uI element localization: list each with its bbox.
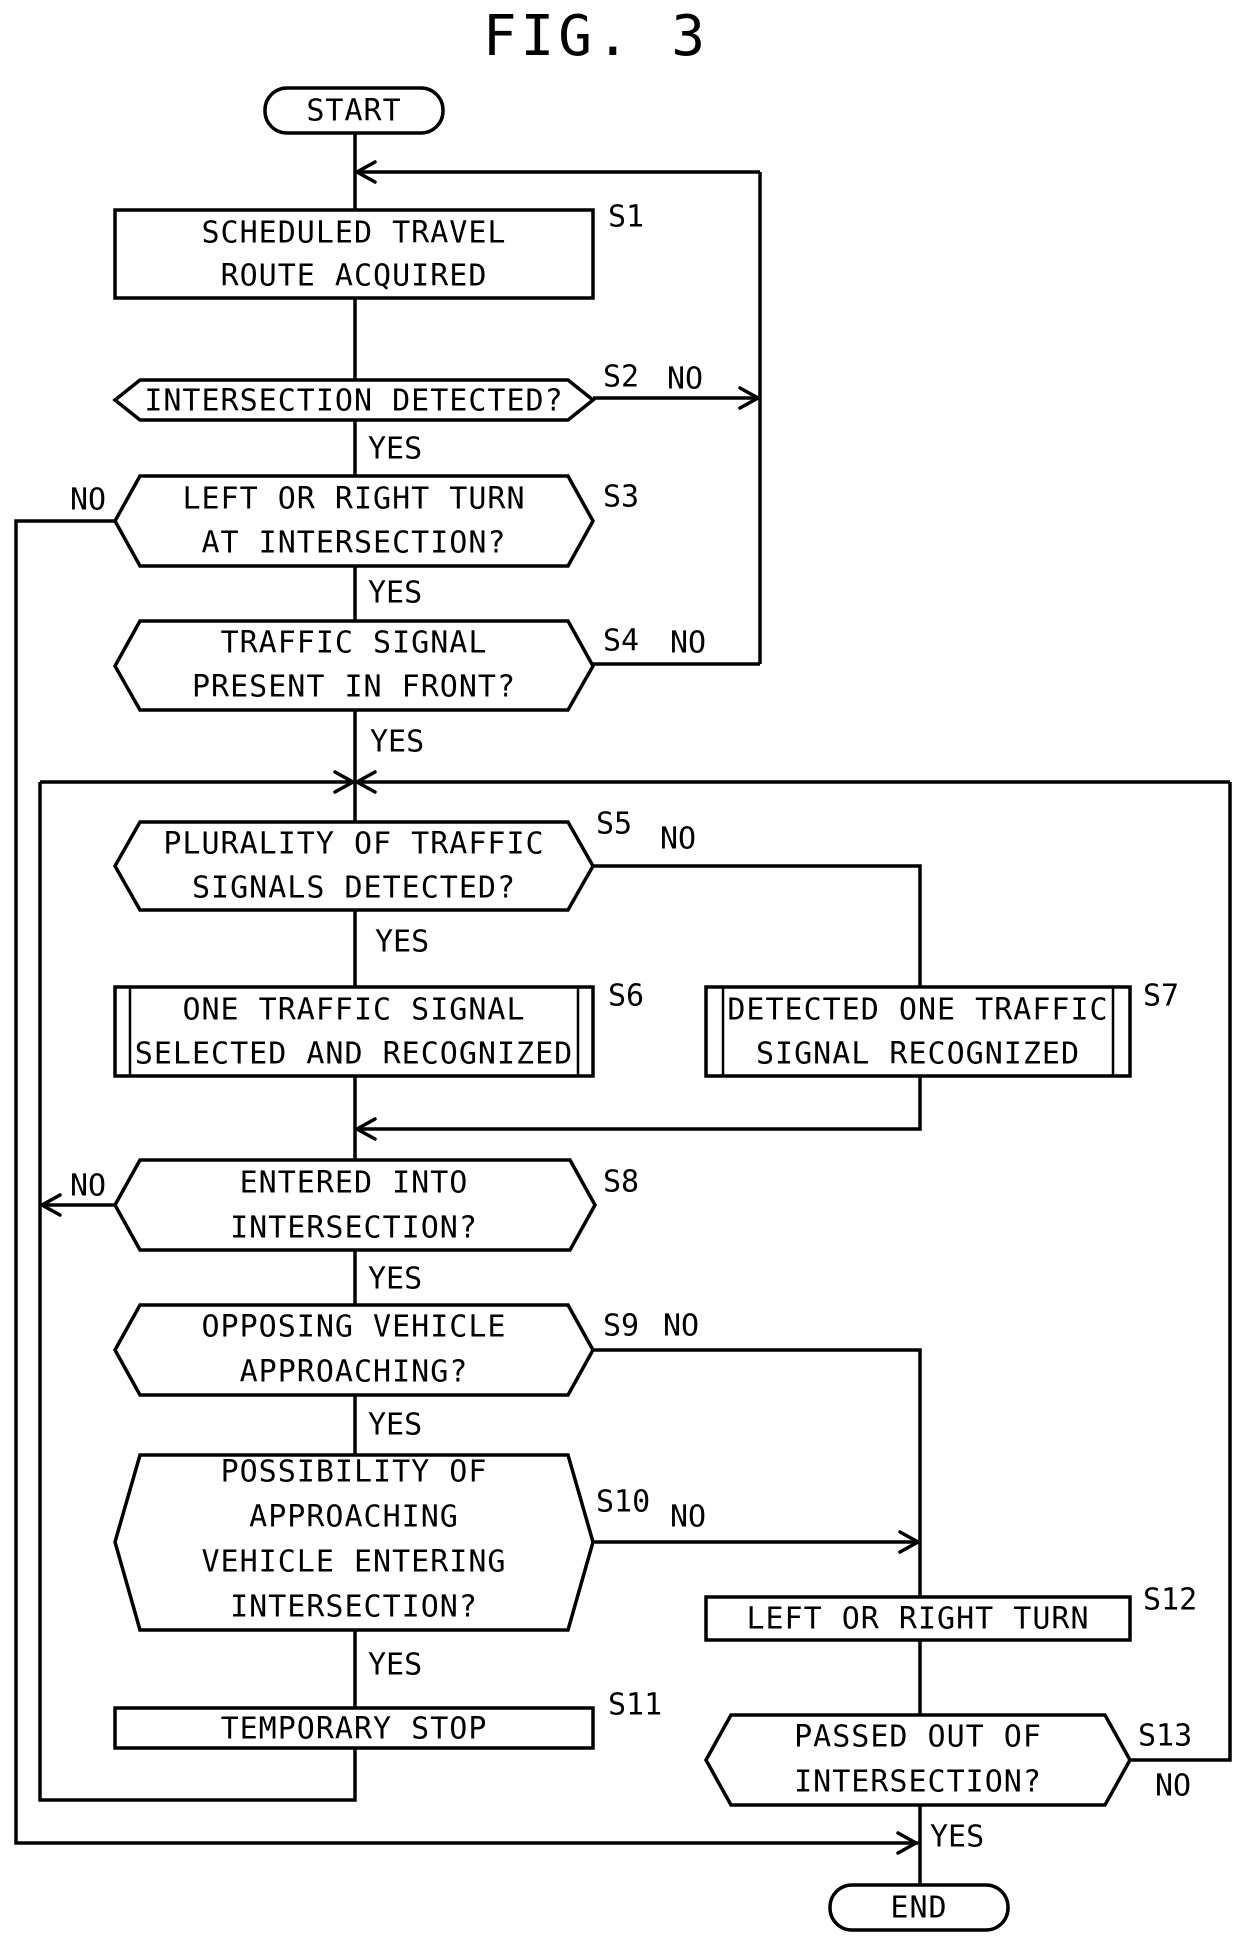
s7-step-id: S7 (1143, 979, 1179, 1014)
step-s6: ONE TRAFFIC SIGNAL SELECTED AND RECOGNIZ… (113, 979, 644, 1078)
s2-no-label: NO (667, 362, 703, 397)
s10-line-1: POSSIBILITY OF (221, 1455, 488, 1490)
s4-step-id: S4 (603, 624, 639, 659)
step-s13: PASSED OUT OF INTERSECTION? S13 NO YES (703, 1713, 1192, 1855)
connector-s9-no (593, 1348, 922, 1597)
s12-step-id: S12 (1143, 1583, 1197, 1618)
start-terminal: START (263, 86, 445, 135)
s5-yes-label: YES (375, 925, 429, 960)
s10-line-4: INTERSECTION? (230, 1590, 478, 1625)
s7-line-2: SIGNAL RECOGNIZED (756, 1037, 1080, 1072)
s10-line-2: APPROACHING (249, 1500, 459, 1535)
end-label: END (890, 1891, 947, 1926)
s6-line-1: ONE TRAFFIC SIGNAL (182, 993, 525, 1028)
s12-line-1: LEFT OR RIGHT TURN (746, 1602, 1089, 1637)
s13-yes-label: YES (930, 1820, 984, 1855)
s9-line-1: OPPOSING VEHICLE (202, 1310, 507, 1345)
s3-line-2: AT INTERSECTION? (202, 526, 507, 561)
s5-line-1: PLURALITY OF TRAFFIC (163, 827, 544, 862)
step-s5: PLURALITY OF TRAFFIC SIGNALS DETECTED? S… (112, 807, 696, 960)
s9-step-id: S9 (603, 1309, 639, 1344)
s8-yes-label: YES (368, 1262, 422, 1297)
step-s2: INTERSECTION DETECTED? S2 NO YES (112, 360, 703, 467)
s4-no-label: NO (670, 626, 706, 661)
flowchart: FIG. 3 START SCHEDULED TRAVEL ROUTE ACQU… (14, 4, 1232, 1932)
s3-yes-label: YES (368, 576, 422, 611)
s5-line-2: SIGNALS DETECTED? (192, 871, 516, 906)
step-s7: DETECTED ONE TRAFFIC SIGNAL RECOGNIZED S… (704, 979, 1179, 1078)
s7-line-1: DETECTED ONE TRAFFIC (727, 993, 1108, 1028)
s9-line-2: APPROACHING? (240, 1355, 469, 1390)
s3-step-id: S3 (603, 480, 639, 515)
s8-step-id: S8 (603, 1165, 639, 1200)
connector-s7-merge (355, 1076, 922, 1131)
s10-yes-label: YES (368, 1648, 422, 1683)
step-s10: POSSIBILITY OF APPROACHING VEHICLE ENTER… (113, 1453, 706, 1683)
s8-line-2: INTERSECTION? (230, 1211, 478, 1246)
s13-step-id: S13 (1138, 1719, 1192, 1754)
s11-step-id: S11 (608, 1688, 662, 1723)
step-s4: TRAFFIC SIGNAL PRESENT IN FRONT? S4 NO Y… (112, 619, 706, 760)
s4-line-1: TRAFFIC SIGNAL (221, 626, 488, 661)
s5-no-label: NO (660, 822, 696, 857)
step-s12: LEFT OR RIGHT TURN S12 (704, 1583, 1197, 1642)
s3-line-1: LEFT OR RIGHT TURN (182, 482, 525, 517)
step-s9: OPPOSING VEHICLE APPROACHING? S9 NO YES (112, 1303, 699, 1443)
s4-line-2: PRESENT IN FRONT? (192, 670, 516, 705)
s1-step-id: S1 (608, 200, 644, 235)
s2-line-1: INTERSECTION DETECTED? (144, 384, 563, 419)
s13-line-1: PASSED OUT OF (794, 1720, 1042, 1755)
s10-line-3: VEHICLE ENTERING (202, 1545, 507, 1580)
s10-no-label: NO (670, 1500, 706, 1535)
s9-no-label: NO (663, 1309, 699, 1344)
end-terminal: END (828, 1883, 1010, 1932)
s4-yes-label: YES (370, 725, 424, 760)
s6-step-id: S6 (608, 979, 644, 1014)
s13-line-2: INTERSECTION? (794, 1765, 1042, 1800)
s1-line-1: SCHEDULED TRAVEL (202, 216, 507, 251)
figure-title: FIG. 3 (483, 4, 709, 69)
step-s11: TEMPORARY STOP S11 (113, 1688, 662, 1750)
s2-step-id: S2 (603, 360, 639, 395)
s10-step-id: S10 (596, 1485, 650, 1520)
s3-no-label: NO (70, 483, 106, 518)
connector-s11-loop (38, 782, 357, 1802)
s6-line-2: SELECTED AND RECOGNIZED (135, 1037, 573, 1072)
s2-yes-label: YES (368, 432, 422, 467)
step-s1: SCHEDULED TRAVEL ROUTE ACQUIRED S1 (113, 200, 644, 300)
s9-yes-label: YES (368, 1408, 422, 1443)
s8-line-1: ENTERED INTO (240, 1166, 469, 1201)
s5-step-id: S5 (596, 807, 632, 842)
s13-no-label: NO (1155, 1769, 1191, 1804)
start-label: START (306, 94, 401, 129)
connector-s5-no (593, 864, 922, 987)
s8-no-label: NO (70, 1169, 106, 1204)
s11-line-1: TEMPORARY STOP (221, 1712, 488, 1747)
s1-line-2: ROUTE ACQUIRED (221, 259, 488, 294)
